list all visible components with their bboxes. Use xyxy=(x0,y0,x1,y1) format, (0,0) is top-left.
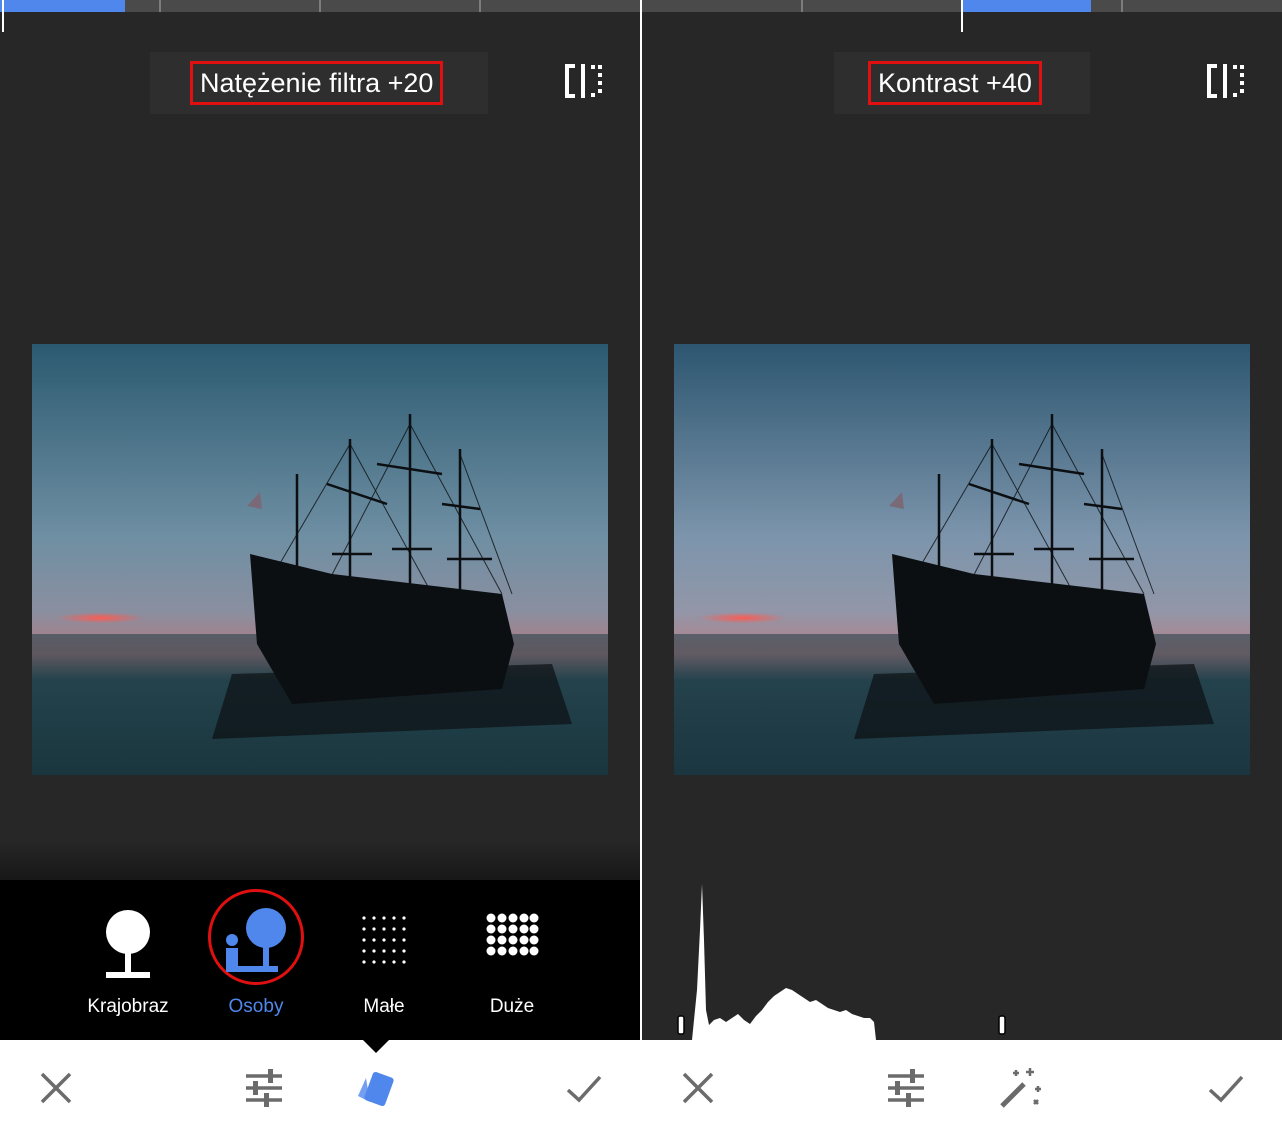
active-parameter-segment xyxy=(0,0,125,12)
portrait-people-icon xyxy=(226,908,286,972)
close-icon[interactable] xyxy=(32,1064,80,1112)
style-label: Krajobraz xyxy=(87,996,169,1017)
segment-divider xyxy=(801,0,803,12)
slider-position-marker xyxy=(2,0,4,32)
histogram xyxy=(677,884,1006,1040)
parameter-progress-bar[interactable] xyxy=(0,0,640,12)
right-editor-panel: Kontrast +40 xyxy=(642,0,1282,1136)
styles-icon[interactable] xyxy=(352,1064,400,1112)
style-label: Małe xyxy=(363,996,405,1017)
segment-divider xyxy=(479,0,481,12)
compare-icon[interactable] xyxy=(565,64,605,98)
bottom-toolbar xyxy=(0,1039,640,1136)
style-option-duze[interactable]: Duże xyxy=(452,880,572,1040)
landscape-icon xyxy=(106,910,150,978)
style-label: Osoby xyxy=(228,996,284,1017)
style-label: Duże xyxy=(489,996,535,1017)
compare-icon[interactable] xyxy=(1207,64,1247,98)
segment-divider xyxy=(319,0,321,12)
strip-shadow xyxy=(0,840,640,880)
ship-silhouette-image xyxy=(32,344,608,775)
segment-divider xyxy=(1121,0,1123,12)
bottom-toolbar xyxy=(642,1040,1282,1136)
checkmark-icon[interactable] xyxy=(1202,1064,1250,1112)
active-parameter-segment xyxy=(963,0,1091,12)
histogram-curve xyxy=(692,884,876,1040)
close-icon[interactable] xyxy=(674,1064,722,1112)
filter-strength-label: Natężenie filtra +20 xyxy=(190,61,444,105)
small-dots-icon xyxy=(362,916,406,964)
contrast-label: Kontrast +40 xyxy=(868,61,1042,105)
style-option-male[interactable]: Małe xyxy=(324,880,444,1040)
histogram-white-point-marker xyxy=(998,1015,1006,1035)
auto-magic-wand-icon[interactable] xyxy=(994,1064,1042,1112)
filter-style-strip: Krajobraz Osoby Małe Duże xyxy=(0,880,640,1040)
style-option-krajobraz[interactable]: Krajobraz xyxy=(68,880,188,1040)
slider-position-marker xyxy=(961,0,963,32)
large-dots-icon xyxy=(486,913,539,956)
style-option-osoby[interactable]: Osoby xyxy=(196,880,316,1040)
segment-divider xyxy=(159,0,161,12)
checkmark-icon[interactable] xyxy=(560,1064,608,1112)
ship-silhouette-image xyxy=(674,344,1250,775)
histogram-black-point-marker xyxy=(677,1015,685,1035)
photo-preview[interactable] xyxy=(32,344,608,775)
photo-preview[interactable] xyxy=(674,344,1250,775)
adjust-sliders-icon[interactable] xyxy=(882,1064,930,1112)
active-tool-pointer xyxy=(362,1039,390,1053)
adjust-sliders-icon[interactable] xyxy=(240,1064,288,1112)
left-editor-panel: Natężenie filtra +20 Krajobraz Osoby Mał… xyxy=(0,0,640,1136)
